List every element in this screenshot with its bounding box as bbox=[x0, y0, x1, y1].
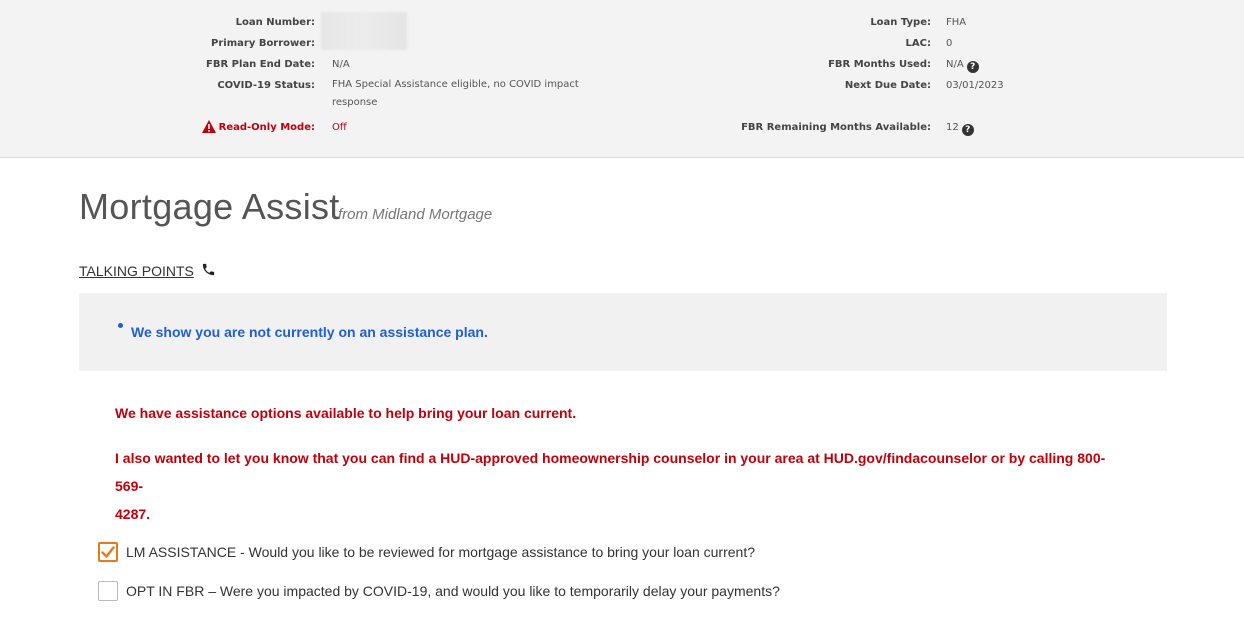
talking-points-link[interactable]: TALKING POINTS bbox=[79, 263, 194, 279]
next-due-date-value: 03/01/2023 bbox=[946, 80, 1004, 91]
covid-status-value: FHA Special Assistance eligible, no COVI… bbox=[332, 79, 579, 108]
fbr-plan-end-date-label: FBR Plan End Date: bbox=[206, 59, 315, 70]
assistance-options-message: We have assistance options available to … bbox=[115, 405, 577, 421]
talking-point-item: We show you are not currently on an assi… bbox=[131, 324, 488, 340]
phone-icon bbox=[202, 263, 215, 276]
fbr-months-used-value: N/A bbox=[946, 59, 964, 70]
read-only-mode-label: Read-Only Mode: bbox=[218, 122, 315, 133]
next-due-date-label: Next Due Date: bbox=[844, 80, 931, 91]
page-subtitle: from Midland Mortgage bbox=[338, 206, 493, 223]
fbr-remaining-months-field: 12? bbox=[946, 122, 974, 136]
question-circle-icon[interactable]: ? bbox=[961, 124, 974, 136]
checkmark-icon bbox=[101, 546, 115, 558]
loan-type-label: Loan Type: bbox=[870, 17, 931, 28]
lac-value: 0 bbox=[946, 38, 953, 49]
fbr-remaining-months-value: 12 bbox=[946, 122, 959, 133]
redacted-loan-details bbox=[321, 12, 407, 50]
fbr-plan-end-date-value: N/A bbox=[332, 59, 350, 70]
bullet-marker bbox=[118, 323, 123, 328]
question-circle-icon[interactable]: ? bbox=[966, 61, 979, 73]
opt-in-fbr-label[interactable]: OPT IN FBR – Were you impacted by COVID-… bbox=[126, 583, 780, 599]
hud-counselor-line-1: I also wanted to let you know that you c… bbox=[115, 450, 1106, 494]
opt-in-fbr-checkbox[interactable] bbox=[98, 581, 118, 601]
hud-counselor-message: I also wanted to let you know that you c… bbox=[115, 444, 1125, 528]
primary-borrower-label: Primary Borrower: bbox=[211, 38, 315, 49]
warning-triangle-icon bbox=[202, 120, 216, 133]
loan-number-label: Loan Number: bbox=[235, 17, 315, 28]
hud-counselor-line-2: 4287. bbox=[115, 506, 151, 522]
lm-assistance-label[interactable]: LM ASSISTANCE - Would you like to be rev… bbox=[126, 544, 755, 560]
lac-label: LAC: bbox=[905, 38, 931, 49]
fbr-months-used-field: N/A? bbox=[946, 59, 979, 73]
lm-assistance-checkbox[interactable] bbox=[98, 542, 118, 562]
covid-status-label: COVID-19 Status: bbox=[217, 80, 315, 91]
loan-type-value: FHA bbox=[946, 17, 967, 28]
page-title: Mortgage Assist bbox=[79, 186, 340, 227]
fbr-months-used-label: FBR Months Used: bbox=[828, 59, 931, 70]
loan-info-header: Loan Number: Primary Borrower: FBR Plan … bbox=[0, 0, 1244, 158]
fbr-remaining-months-label: FBR Remaining Months Available: bbox=[741, 122, 931, 133]
read-only-mode-value: Off bbox=[332, 122, 347, 133]
